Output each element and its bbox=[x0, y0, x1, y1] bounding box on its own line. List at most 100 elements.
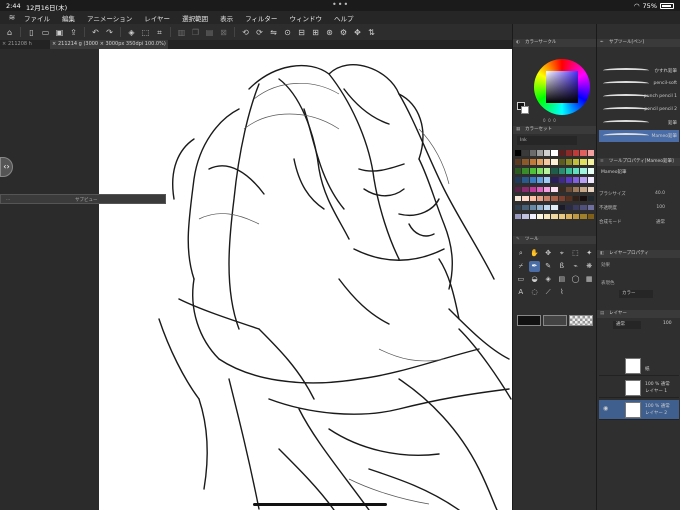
rotate-left-icon[interactable]: ⟲ bbox=[240, 27, 251, 38]
color-swatch[interactable] bbox=[573, 186, 580, 192]
drawing-color-black[interactable] bbox=[517, 315, 541, 326]
color-swatch[interactable] bbox=[573, 159, 580, 165]
color-swatch[interactable] bbox=[536, 150, 544, 156]
color-swatch[interactable] bbox=[522, 159, 529, 165]
canvas-area[interactable]: ‹› ... サブビュー bbox=[0, 49, 512, 510]
color-swatch[interactable] bbox=[522, 204, 529, 211]
color-swatch[interactable] bbox=[551, 168, 558, 174]
copy-icon[interactable]: ❐ bbox=[190, 27, 201, 38]
menu-filter[interactable]: フィルター bbox=[245, 13, 277, 23]
color-swatch[interactable] bbox=[529, 195, 536, 202]
expression-color-select[interactable]: カラー bbox=[619, 290, 653, 298]
color-swatch[interactable] bbox=[587, 186, 594, 192]
blend-mode-row[interactable]: 合成モード 通常 bbox=[599, 219, 679, 227]
eraser-icon[interactable]: ▭ bbox=[515, 274, 527, 285]
tool-header[interactable]: ✎ ツール bbox=[513, 236, 596, 244]
color-swatch[interactable] bbox=[544, 159, 551, 165]
snap-special-icon[interactable]: ⊛ bbox=[324, 27, 335, 38]
color-swatch[interactable] bbox=[544, 150, 551, 156]
reset-view-icon[interactable]: ⊙ bbox=[282, 27, 293, 38]
color-swatch[interactable] bbox=[587, 159, 594, 165]
clip-studio-icon[interactable]: ≋ bbox=[0, 13, 24, 22]
color-swatch[interactable] bbox=[529, 186, 536, 192]
color-swatch[interactable] bbox=[529, 204, 536, 211]
color-saturation-square[interactable] bbox=[546, 71, 578, 103]
brush-item-selected[interactable]: Mameo鉛筆 bbox=[599, 130, 679, 142]
color-swatch[interactable] bbox=[522, 177, 529, 183]
fill-icon[interactable]: ◈ bbox=[126, 27, 137, 38]
pencil-icon[interactable]: ✎ bbox=[542, 261, 554, 272]
blend-icon[interactable]: ◒ bbox=[529, 274, 541, 285]
ruler-icon[interactable]: ⟋ bbox=[542, 287, 554, 298]
drawing-canvas[interactable] bbox=[99, 49, 512, 510]
color-swatch[interactable] bbox=[587, 150, 594, 156]
color-swatch[interactable] bbox=[580, 195, 587, 202]
color-swatch[interactable] bbox=[536, 177, 544, 183]
balloon-icon[interactable]: ◌ bbox=[529, 287, 541, 298]
frame-icon[interactable]: ▦ bbox=[583, 274, 595, 285]
color-swatch[interactable] bbox=[529, 168, 536, 174]
crop-icon[interactable]: ⌗ bbox=[154, 27, 165, 38]
brush-icon[interactable]: ß bbox=[556, 261, 568, 272]
paste-icon[interactable]: ▤ bbox=[204, 27, 215, 38]
color-swatch[interactable] bbox=[558, 177, 565, 183]
text-icon[interactable]: A bbox=[515, 287, 527, 298]
color-swatch[interactable] bbox=[580, 159, 587, 165]
color-swatch[interactable] bbox=[536, 213, 544, 220]
menu-file[interactable]: ファイル bbox=[24, 13, 50, 23]
new-file-icon[interactable]: ▯ bbox=[26, 27, 37, 38]
color-set-select[interactable]: Ink bbox=[517, 136, 577, 145]
brush-item[interactable]: pencil pencil 2 bbox=[599, 104, 679, 116]
save-icon[interactable]: ▣ bbox=[54, 27, 65, 38]
color-swatch[interactable] bbox=[573, 150, 580, 156]
layer-blend-select[interactable]: 通常 bbox=[613, 321, 641, 329]
color-swatch[interactable] bbox=[551, 177, 558, 183]
color-swatch[interactable] bbox=[565, 168, 573, 174]
figure-icon[interactable]: ◯ bbox=[570, 274, 582, 285]
color-swatch[interactable] bbox=[551, 186, 558, 192]
settings-gear-icon[interactable]: ⚙ bbox=[338, 27, 349, 38]
home-icon[interactable]: ⌂ bbox=[4, 27, 15, 38]
color-swatch[interactable] bbox=[515, 177, 522, 183]
color-wheel-header[interactable]: ◐ カラーサークル bbox=[513, 39, 596, 47]
brush-item[interactable]: かすれ鉛筆 bbox=[599, 65, 679, 77]
color-swatch[interactable] bbox=[551, 213, 558, 220]
color-swatch[interactable] bbox=[536, 159, 544, 165]
snap-grid-icon[interactable]: ⊞ bbox=[310, 27, 321, 38]
color-swatch[interactable] bbox=[515, 159, 522, 165]
hand-icon[interactable]: ✋ bbox=[529, 248, 541, 259]
color-swatch[interactable] bbox=[522, 150, 529, 156]
clear-icon[interactable]: ⊠ bbox=[218, 27, 229, 38]
flip-icon[interactable]: ⇋ bbox=[268, 27, 279, 38]
menu-layer[interactable]: レイヤー bbox=[144, 13, 170, 23]
menu-window[interactable]: ウィンドウ bbox=[289, 13, 322, 23]
color-swatch[interactable] bbox=[587, 204, 594, 211]
color-swatch[interactable] bbox=[558, 213, 565, 220]
brush-size-row[interactable]: ブラシサイズ 40.0 bbox=[599, 191, 679, 199]
menu-help[interactable]: ヘルプ bbox=[334, 13, 354, 23]
color-swatch[interactable] bbox=[515, 168, 522, 174]
correct-line-icon[interactable]: ⌇ bbox=[556, 287, 568, 298]
color-swatch[interactable] bbox=[522, 195, 529, 202]
tab-211208[interactable]: × 211208 h bbox=[0, 40, 48, 49]
color-swatch[interactable] bbox=[558, 186, 565, 192]
color-swatch[interactable] bbox=[515, 213, 522, 220]
color-swatch[interactable] bbox=[573, 204, 580, 211]
export-icon[interactable]: ⇪ bbox=[68, 27, 79, 38]
color-swatch[interactable] bbox=[515, 195, 522, 202]
color-swatch[interactable] bbox=[573, 213, 580, 220]
layer-property-header[interactable]: ◧ レイヤープロパティ bbox=[597, 250, 680, 258]
layer-header[interactable]: ▤ レイヤー bbox=[597, 310, 680, 318]
color-swatch[interactable] bbox=[580, 204, 587, 211]
color-swatch[interactable] bbox=[536, 168, 544, 174]
color-swatch[interactable] bbox=[573, 177, 580, 183]
clear-selection-icon[interactable]: ▥ bbox=[176, 27, 187, 38]
color-swatch[interactable] bbox=[580, 186, 587, 192]
color-swatch[interactable] bbox=[515, 204, 522, 211]
menu-selection[interactable]: 選択範囲 bbox=[182, 13, 208, 23]
quick-access-icon[interactable]: ⇅ bbox=[366, 27, 377, 38]
pen-icon[interactable]: ✒ bbox=[528, 261, 541, 272]
home-indicator[interactable] bbox=[253, 503, 387, 506]
color-swatch[interactable] bbox=[558, 159, 565, 165]
color-swatch[interactable] bbox=[544, 168, 551, 174]
